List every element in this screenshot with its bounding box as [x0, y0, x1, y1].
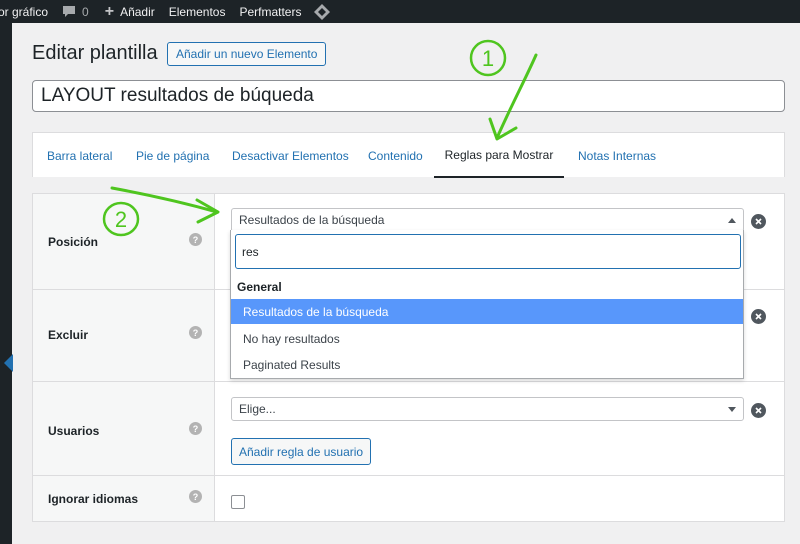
- admin-bar-new-label: Añadir: [120, 4, 155, 19]
- dropdown-option[interactable]: Resultados de la búsqueda: [231, 299, 743, 324]
- admin-bar-perfmatters[interactable]: Perfmatters: [239, 0, 301, 23]
- rule-row-ignore-languages: Ignorar idiomas ?: [33, 476, 784, 521]
- add-user-rule-button[interactable]: Añadir regla de usuario: [231, 438, 372, 465]
- remove-rule-icon[interactable]: [751, 309, 766, 324]
- plus-icon: +: [104, 2, 115, 20]
- add-new-element-button[interactable]: Añadir un nuevo Elemento: [167, 42, 327, 66]
- settings-tabs: Barra lateral Pie de página Desactivar E…: [32, 132, 785, 178]
- exclude-label: Excluir: [48, 328, 89, 342]
- tab-notas-internas[interactable]: Notas Internas: [578, 133, 656, 178]
- position-label: Posición: [48, 235, 99, 249]
- current-menu-arrow: [4, 354, 13, 372]
- caret-down-icon: [728, 407, 736, 412]
- admin-bar-new[interactable]: + Añadir: [105, 0, 155, 23]
- comment-icon: [63, 6, 76, 17]
- admin-sidebar: [0, 23, 13, 544]
- position-selected-value: Resultados de la búsqueda: [239, 213, 385, 227]
- dropdown-option[interactable]: Paginated Results: [231, 352, 743, 377]
- position-select[interactable]: Resultados de la búsqueda: [231, 208, 744, 232]
- rule-label-cell: Posición ?: [33, 194, 215, 289]
- tab-desactivar-elementos[interactable]: Desactivar Elementos: [232, 133, 349, 178]
- users-label: Usuarios: [48, 424, 100, 438]
- remove-rule-icon[interactable]: [751, 403, 766, 418]
- users-select-placeholder: Elige...: [239, 402, 276, 416]
- help-icon[interactable]: ?: [189, 490, 202, 503]
- tab-barra-lateral[interactable]: Barra lateral: [47, 133, 112, 178]
- help-icon[interactable]: ?: [189, 326, 202, 339]
- comments-count: 0: [82, 4, 89, 19]
- page-title: Editar plantilla: [32, 42, 158, 64]
- rule-label-cell: Ignorar idiomas ?: [33, 476, 215, 521]
- caret-up-icon: [728, 218, 736, 223]
- ignore-languages-checkbox[interactable]: [231, 495, 245, 509]
- rule-row-users: Usuarios ? Elige... Añadir regla de usua…: [33, 382, 784, 476]
- dropdown-search-input[interactable]: [235, 234, 741, 269]
- diamond-logo-icon[interactable]: [313, 0, 331, 23]
- admin-bar: or gráfico 0 + Añadir Elementos Perfmatt…: [0, 0, 800, 23]
- admin-bar-comments[interactable]: 0: [62, 0, 89, 23]
- help-icon[interactable]: ?: [189, 233, 202, 246]
- tab-reglas-para-mostrar[interactable]: Reglas para Mostrar: [434, 133, 564, 178]
- remove-rule-icon[interactable]: [751, 214, 766, 229]
- tab-contenido[interactable]: Contenido: [368, 133, 423, 178]
- post-title-input[interactable]: [32, 80, 785, 112]
- annotation-number-1: 1: [482, 46, 494, 71]
- dropdown-group-label: General: [237, 280, 282, 294]
- admin-bar-editor-link[interactable]: or gráfico: [0, 0, 48, 23]
- ignore-languages-label: Ignorar idiomas: [48, 492, 139, 506]
- rule-label-cell: Usuarios ?: [33, 382, 215, 475]
- dropdown-option[interactable]: No hay resultados: [231, 326, 743, 351]
- tab-pie-de-pagina[interactable]: Pie de página: [136, 133, 209, 178]
- admin-bar-elementos[interactable]: Elementos: [169, 0, 226, 23]
- users-select[interactable]: Elige...: [231, 397, 744, 421]
- help-icon[interactable]: ?: [189, 422, 202, 435]
- position-dropdown: General Resultados de la búsqueda No hay…: [230, 230, 744, 379]
- rule-label-cell: Excluir ?: [33, 290, 215, 381]
